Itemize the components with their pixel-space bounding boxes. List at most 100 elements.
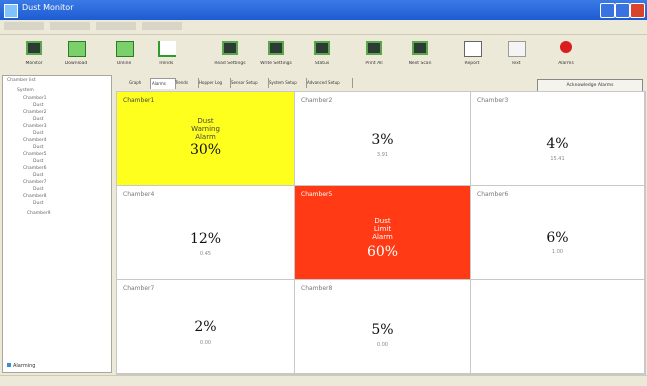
dust-reading: 3.91	[376, 152, 389, 158]
report-icon	[464, 41, 482, 57]
dust-reading: 0.00	[199, 340, 212, 346]
alarm-text-line: Limit	[373, 225, 392, 233]
alarm-text-line: Dust	[374, 217, 391, 225]
toolbar-button-report[interactable]: Report	[452, 37, 492, 73]
print-all-icon	[366, 41, 382, 55]
close-button[interactable]	[630, 3, 645, 18]
window-title: Dust Monitor	[22, 3, 74, 12]
status-icon	[314, 41, 330, 55]
dust-reading: 0.45	[199, 251, 212, 257]
tab-alarms[interactable]: Alarms	[150, 78, 176, 89]
toolbar-button-monitor[interactable]: Monitor	[14, 37, 54, 73]
dust-percent: 2%	[194, 319, 217, 335]
chamber-name: Chamber3	[477, 97, 509, 104]
tab-hopper-log[interactable]: Hopper Log	[198, 78, 231, 88]
chamber-tile-6[interactable]: Chamber6 6% 1.00	[471, 186, 645, 280]
chamber-name: Chamber1	[123, 97, 155, 104]
toolbar-button-next-scan[interactable]: Next Scan	[400, 37, 440, 73]
chamber-tile-1[interactable]: Chamber1 Dust Warning Alarm 30%	[117, 92, 295, 186]
chamber-tile-5[interactable]: Chamber5 Dust Limit Alarm 60%	[295, 186, 471, 280]
tree-node[interactable]: Chamber5	[23, 152, 46, 157]
toolbar-button-alarms[interactable]: Alarms	[546, 37, 586, 73]
tree-node[interactable]: Dust	[33, 187, 43, 192]
dust-percent: 5%	[371, 322, 394, 338]
monitor-icon	[26, 41, 42, 55]
tab-advanced-setup[interactable]: Advanced Setup	[306, 78, 353, 88]
alarm-icon	[560, 41, 572, 53]
tree-node[interactable]: Dust	[33, 131, 43, 136]
tab-system-setup[interactable]: System Setup	[268, 78, 307, 88]
tree-node[interactable]: Chamber7	[23, 180, 46, 185]
dust-percent: 12%	[189, 231, 222, 247]
tree-node[interactable]: Dust	[33, 173, 43, 178]
alarm-text-line: Warning	[191, 125, 220, 133]
tree-node[interactable]: Chamber4	[23, 138, 46, 143]
tree-node[interactable]: Chamber1	[23, 96, 46, 101]
toolbar-button-download[interactable]: Download	[56, 37, 96, 73]
read-settings-icon	[222, 41, 238, 55]
tree-node[interactable]: Dust	[33, 103, 43, 108]
alarm-text-line: Dust	[197, 117, 214, 125]
toolbar-button-write-settings[interactable]: Write Settings	[256, 37, 296, 73]
menu-item[interactable]	[96, 22, 136, 30]
tree-node[interactable]: Chamber3	[23, 124, 46, 129]
chamber-tile-3[interactable]: Chamber3 4% 15.41	[471, 92, 645, 186]
chamber-name: Chamber8	[301, 285, 333, 292]
chamber-tile-4[interactable]: Chamber4 12% 0.45	[117, 186, 295, 280]
chamber-name: Chamber6	[477, 191, 509, 198]
tab-graph[interactable]: Graph	[128, 78, 151, 88]
dust-percent: 4%	[546, 136, 569, 152]
toolbar-button-print-all[interactable]: Print All	[354, 37, 394, 73]
tree-node[interactable]: Chamber2	[23, 110, 46, 115]
menu-item[interactable]	[50, 22, 90, 30]
tree-node[interactable]: Dust	[33, 201, 43, 206]
chamber-name: Chamber7	[123, 285, 155, 292]
chamber-tile-9[interactable]	[471, 280, 645, 374]
online-icon	[116, 41, 134, 57]
chamber-name: Chamber2	[301, 97, 333, 104]
alarm-text-line: Alarm	[195, 133, 216, 141]
dust-percent: 3%	[371, 132, 394, 148]
tree-node[interactable]: Dust	[33, 159, 43, 164]
toolbar: Monitor Download Online Trends Read Sett…	[0, 35, 647, 75]
tree-node[interactable]: Chamber6	[23, 166, 46, 171]
menu-item[interactable]	[142, 22, 182, 30]
chamber-name: Chamber5	[301, 191, 333, 198]
toolbar-button-read-settings[interactable]: Read Settings	[210, 37, 250, 73]
tree-node[interactable]: Chamber8	[23, 194, 46, 199]
dust-reading: 0.00	[376, 342, 389, 348]
tree-node[interactable]: Chamber9	[27, 211, 50, 216]
dust-percent: 60%	[366, 244, 399, 260]
tree-node[interactable]: Dust	[33, 145, 43, 150]
alarm-text-line: Alarm	[372, 233, 393, 241]
chamber-tree: Chamber list System Chamber1 Dust Chambe…	[2, 75, 112, 373]
dust-percent: 30%	[189, 142, 222, 158]
menu-item[interactable]	[4, 22, 44, 30]
chamber-tile-7[interactable]: Chamber7 2% 0.00	[117, 280, 295, 374]
dust-percent: 6%	[546, 230, 569, 246]
tab-sensor-setup[interactable]: Sensor Setup	[230, 78, 269, 88]
chamber-name: Chamber4	[123, 191, 155, 198]
app-icon	[4, 4, 18, 18]
tree-node[interactable]: Dust	[33, 117, 43, 122]
tree-header: Chamber list	[7, 78, 36, 83]
title-bar: Dust Monitor	[0, 0, 647, 20]
minimize-button[interactable]	[600, 3, 615, 18]
toolbar-button-online[interactable]: Online	[104, 37, 144, 73]
text-icon	[508, 41, 526, 57]
chamber-tile-8[interactable]: Chamber8 5% 0.00	[295, 280, 471, 374]
alarm-status-icon	[7, 363, 11, 367]
tree-node[interactable]: System	[17, 88, 34, 93]
view-tabs: Graph Alarms Trends Hopper Log Sensor Se…	[118, 76, 468, 90]
next-scan-icon	[412, 41, 428, 55]
toolbar-button-text[interactable]: Text	[496, 37, 536, 73]
tab-trends[interactable]: Trends	[174, 78, 199, 88]
trend-chart-icon	[158, 41, 176, 57]
toolbar-button-status[interactable]: Status	[302, 37, 342, 73]
maximize-button[interactable]	[615, 3, 630, 18]
chamber-tile-2[interactable]: Chamber2 3% 3.91	[295, 92, 471, 186]
toolbar-button-trends[interactable]: Trends	[146, 37, 186, 73]
write-settings-icon	[268, 41, 284, 55]
menu-bar	[0, 20, 647, 35]
alarming-status: Alarming	[7, 363, 35, 369]
